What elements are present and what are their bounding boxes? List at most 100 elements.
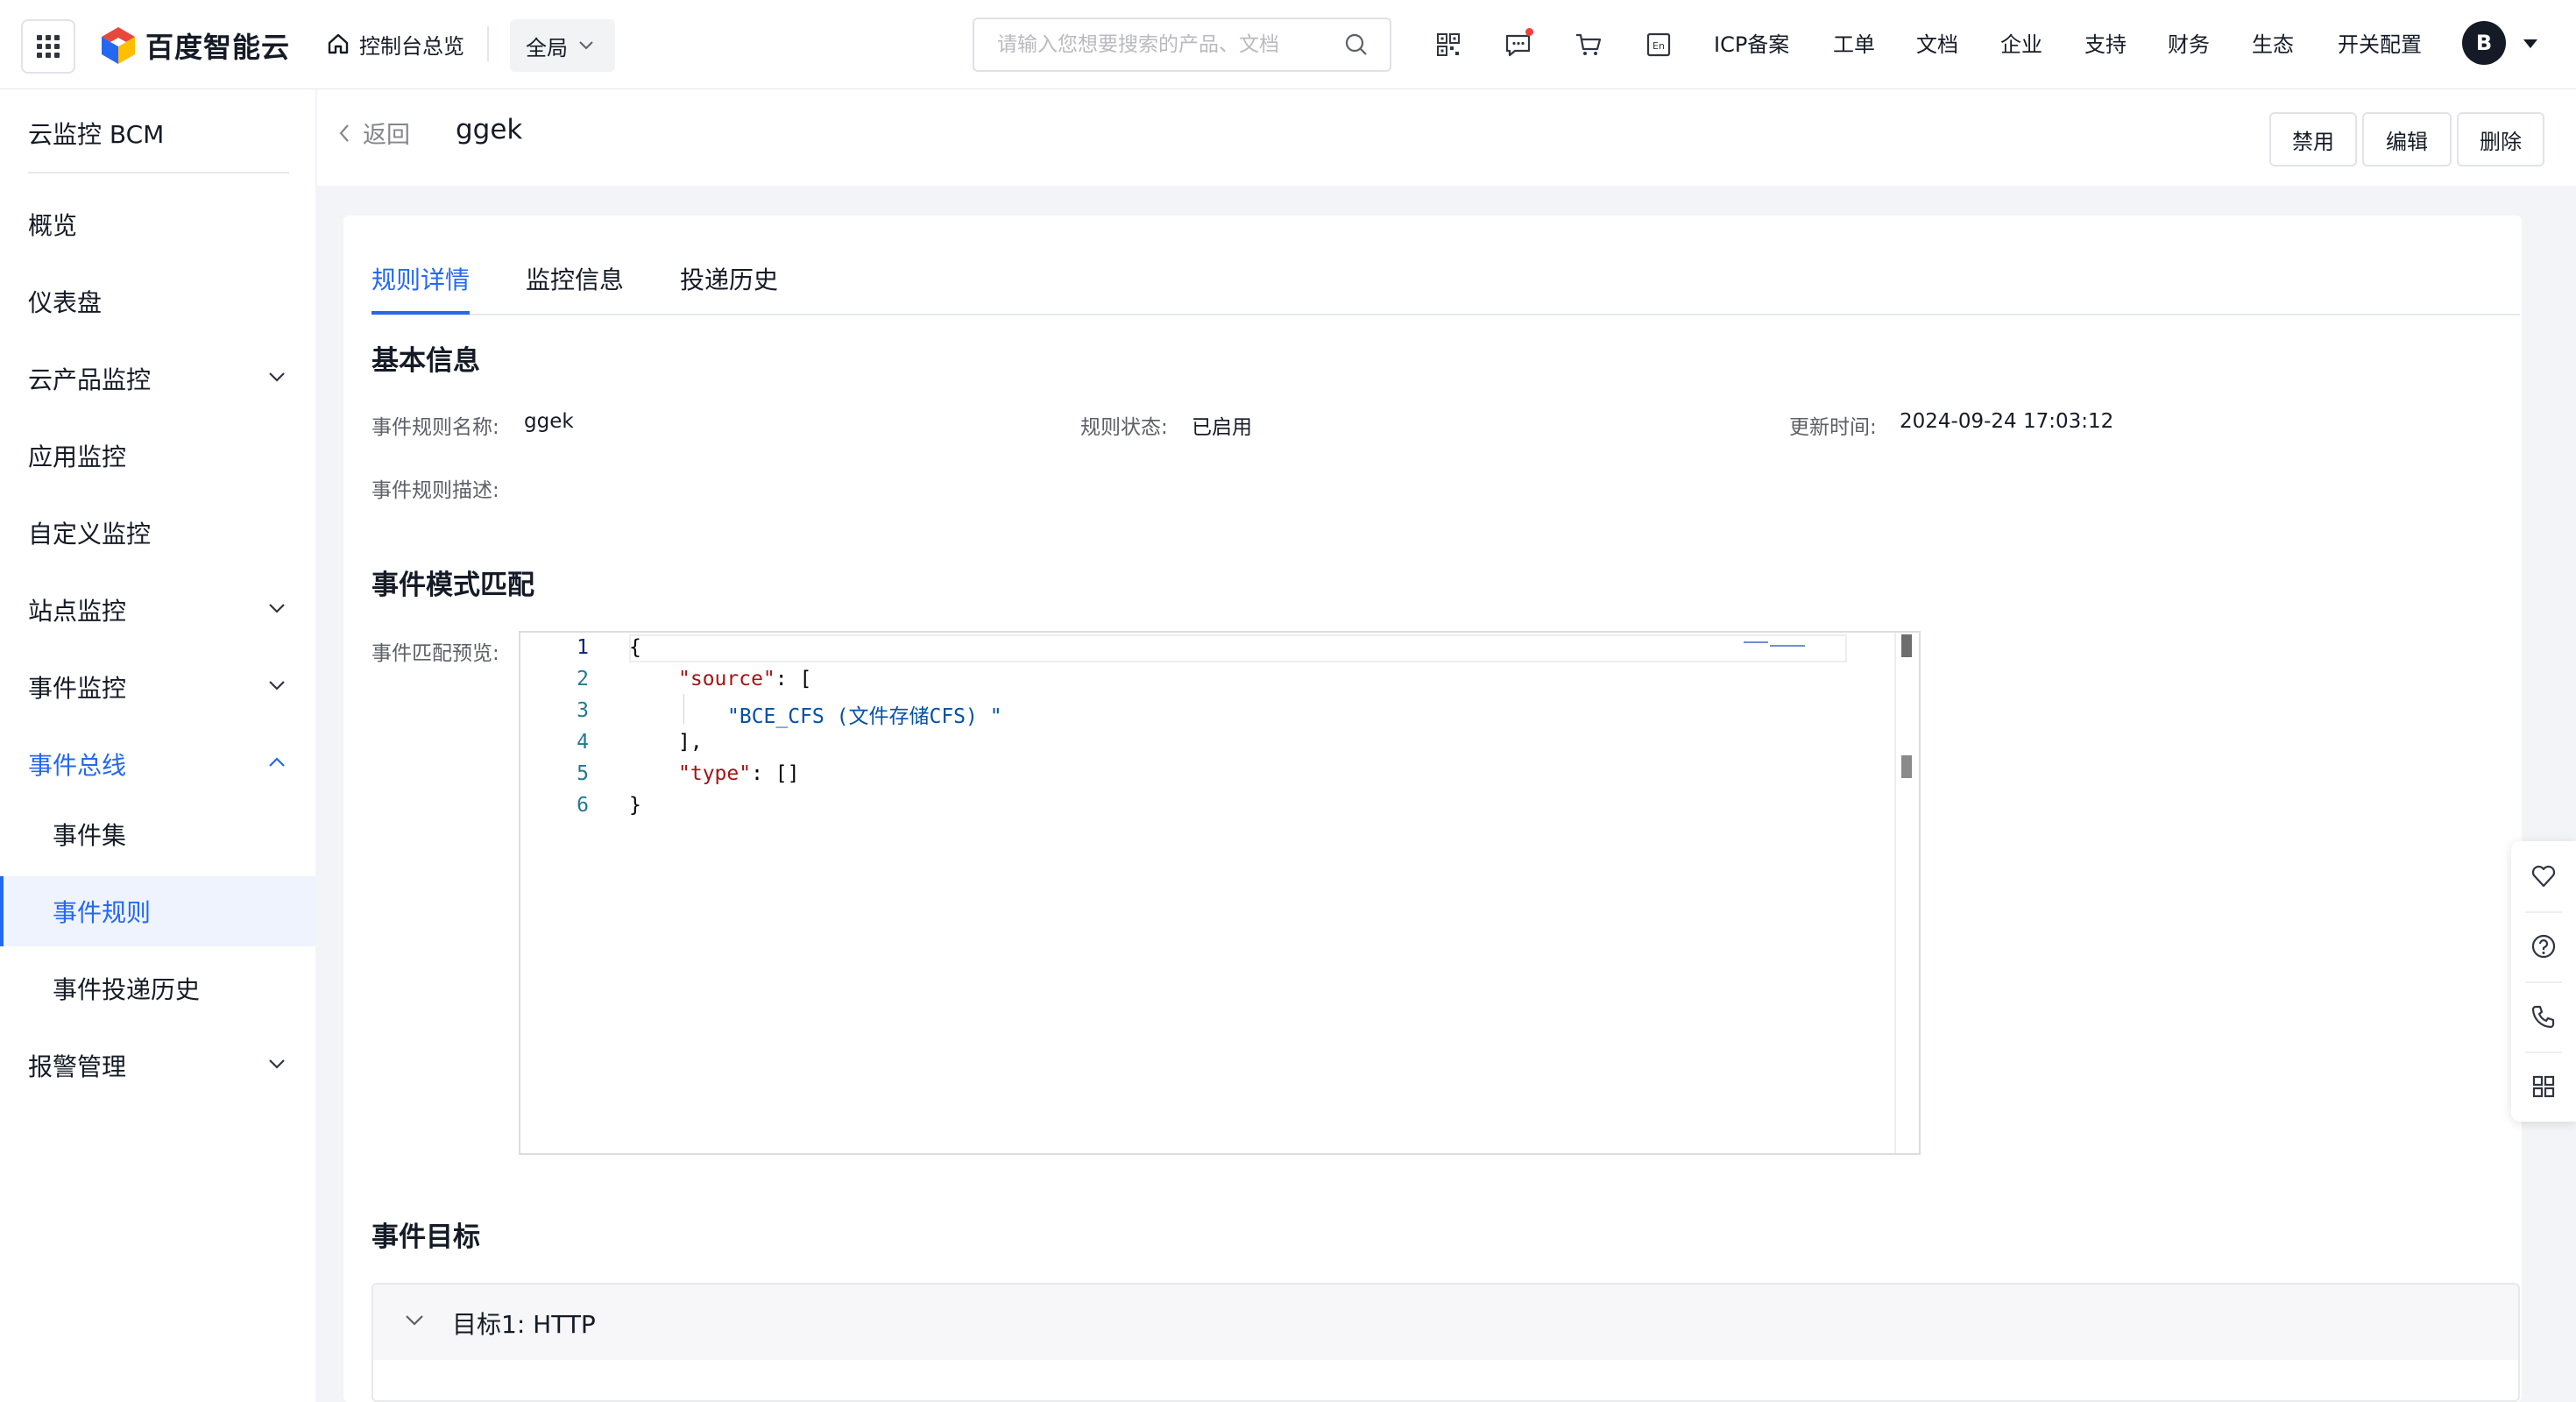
content-header — [317, 89, 2576, 186]
top-link-enterprise[interactable]: 企业 — [2000, 30, 2042, 60]
top-link-support[interactable]: 支持 — [2084, 30, 2127, 60]
sidebar-item-label: 事件规则 — [53, 898, 152, 927]
global-search[interactable] — [973, 18, 1391, 72]
sidebar-item-app-monitor[interactable]: 应用监控 — [0, 421, 315, 491]
rule-status-value: 已启用 — [1192, 416, 1252, 439]
header-divider — [487, 26, 489, 61]
sidebar-item-event-monitor[interactable]: 事件监控 — [0, 652, 315, 722]
scrollbar-marker — [1901, 755, 1912, 778]
sidebar-item-site-monitor[interactable]: 站点监控 — [0, 575, 315, 645]
top-link-icp[interactable]: ICP备案 — [1714, 30, 1789, 60]
chevron-down-icon — [579, 41, 593, 50]
search-icon[interactable] — [1344, 32, 1369, 57]
cloud-logo-icon — [102, 27, 135, 64]
top-link-docs[interactable]: 文档 — [1916, 30, 1958, 60]
sidebar-item-alarm-management[interactable]: 报警管理 — [0, 1030, 315, 1101]
rule-name-label: 事件规则名称: — [372, 416, 499, 439]
chevron-down-icon — [269, 1059, 285, 1069]
tab-delivery-history[interactable]: 投递历史 — [680, 261, 778, 314]
baidu-ai-cloud-logo[interactable]: 百度智能云 — [100, 25, 290, 67]
sidebar-title: 云监控 BCM — [28, 120, 165, 149]
sidebar-item-label: 应用监控 — [28, 443, 127, 471]
indent-guide — [683, 694, 684, 724]
event-target-panel: 目标1: HTTP — [372, 1283, 2520, 1402]
json-punct: : [ — [775, 668, 812, 690]
caret-down-icon[interactable] — [2523, 39, 2537, 48]
editor-scrollbar[interactable] — [1894, 633, 1919, 1153]
sidebar-item-label: 概览 — [28, 211, 78, 240]
sidebar-item-label: 报警管理 — [28, 1052, 127, 1081]
sidebar-item-dashboard[interactable]: 仪表盘 — [0, 266, 315, 336]
scrollbar-thumb[interactable] — [1901, 634, 1912, 657]
sidebar-item-event-bus[interactable]: 事件总线 — [0, 729, 315, 799]
apps-grid-icon — [2532, 1075, 2555, 1098]
back-link[interactable]: 返回 — [338, 116, 410, 150]
favorite-button[interactable] — [2511, 841, 2576, 911]
language-badge-text: En — [1652, 40, 1665, 52]
sidebar-item-label: 自定义监控 — [28, 520, 152, 549]
floating-toolbar — [2511, 841, 2576, 1122]
qrcode-icon[interactable] — [1433, 30, 1463, 60]
help-button[interactable] — [2511, 911, 2576, 981]
search-input[interactable] — [995, 32, 1344, 57]
tab-monitor-info[interactable]: 监控信息 — [526, 261, 624, 314]
sidebar-item-overview[interactable]: 概览 — [0, 189, 315, 259]
line-number: 6 — [577, 794, 589, 817]
code-line: { — [629, 636, 641, 659]
sidebar-item-label: 云产品监控 — [28, 365, 152, 394]
sidebar-item-event-rules[interactable]: 事件规则 — [0, 876, 315, 946]
page-title: ggek — [456, 114, 523, 145]
sidebar-item-event-set[interactable]: 事件集 — [0, 799, 315, 869]
console-home-link[interactable]: 控制台总览 — [326, 26, 464, 61]
heart-icon — [2531, 865, 2556, 888]
updated-time-label: 更新时间: — [1789, 416, 1877, 439]
region-select[interactable]: 全局 — [510, 19, 615, 72]
back-label: 返回 — [363, 122, 410, 149]
sidebar-item-cloud-product-monitor[interactable]: 云产品监控 — [0, 343, 315, 414]
top-link-finance[interactable]: 财务 — [2168, 30, 2210, 60]
sidebar-item-custom-monitor[interactable]: 自定义监控 — [0, 498, 315, 568]
tabs-baseline — [372, 314, 2520, 315]
more-tools-button[interactable] — [2511, 1052, 2576, 1122]
user-avatar[interactable]: B — [2462, 21, 2506, 65]
help-icon — [2531, 934, 2556, 959]
language-icon[interactable]: En — [1644, 30, 1674, 60]
json-key: "type" — [678, 762, 752, 785]
json-punct: : [] — [751, 762, 800, 785]
sidebar-item-event-delivery-history[interactable]: 事件投递历史 — [0, 953, 315, 1023]
top-link-switch-config[interactable]: 开关配置 — [2338, 30, 2422, 60]
disable-button[interactable]: 禁用 — [2269, 112, 2357, 166]
region-select-value: 全局 — [526, 35, 568, 60]
line-number: 1 — [577, 636, 589, 659]
active-tab-indicator — [372, 311, 470, 315]
product-menu-button[interactable] — [21, 19, 75, 74]
top-link-ticket[interactable]: 工单 — [1833, 30, 1875, 60]
contact-button[interactable] — [2511, 981, 2576, 1052]
line-number: 4 — [577, 731, 589, 754]
chevron-down-icon[interactable] — [405, 1314, 424, 1327]
chevron-left-icon — [339, 124, 349, 142]
line-number: 3 — [577, 699, 589, 722]
top-link-ecosystem[interactable]: 生态 — [2252, 30, 2294, 60]
event-pattern-code-editor[interactable]: 1 2 3 4 5 6 { "source": [ "BCE_CFS (文件存储… — [519, 631, 1921, 1155]
delete-button[interactable]: 删除 — [2457, 112, 2544, 166]
target-collapse-header[interactable]: 目标1: HTTP — [373, 1285, 2518, 1360]
code-line: "type": [] — [678, 762, 799, 785]
cart-icon[interactable] — [1574, 30, 1603, 60]
chevron-down-icon — [269, 372, 285, 382]
phone-icon — [2531, 1005, 2555, 1029]
code-line: "source": [ — [678, 668, 811, 690]
event-pattern-title: 事件模式匹配 — [372, 570, 534, 601]
notification-dot — [1525, 28, 1533, 36]
top-navigation-bar: 百度智能云 控制台总览 全局 请输入您想要搜索的产品、文档 En ICP备案 工… — [0, 0, 2576, 89]
sidebar-item-label: 事件投递历史 — [53, 975, 201, 1004]
message-icon[interactable] — [1504, 28, 1533, 60]
tab-rule-details[interactable]: 规则详情 — [372, 261, 470, 314]
sidebar-divider — [28, 172, 289, 173]
edit-button[interactable]: 编辑 — [2362, 112, 2452, 166]
code-line: "BCE_CFS (文件存储CFS) " — [727, 705, 1002, 728]
event-target-title: 事件目标 — [372, 1221, 480, 1253]
chevron-down-icon — [269, 604, 285, 613]
sidebar-item-label: 仪表盘 — [28, 288, 103, 317]
rule-status-label: 规则状态: — [1080, 416, 1168, 439]
